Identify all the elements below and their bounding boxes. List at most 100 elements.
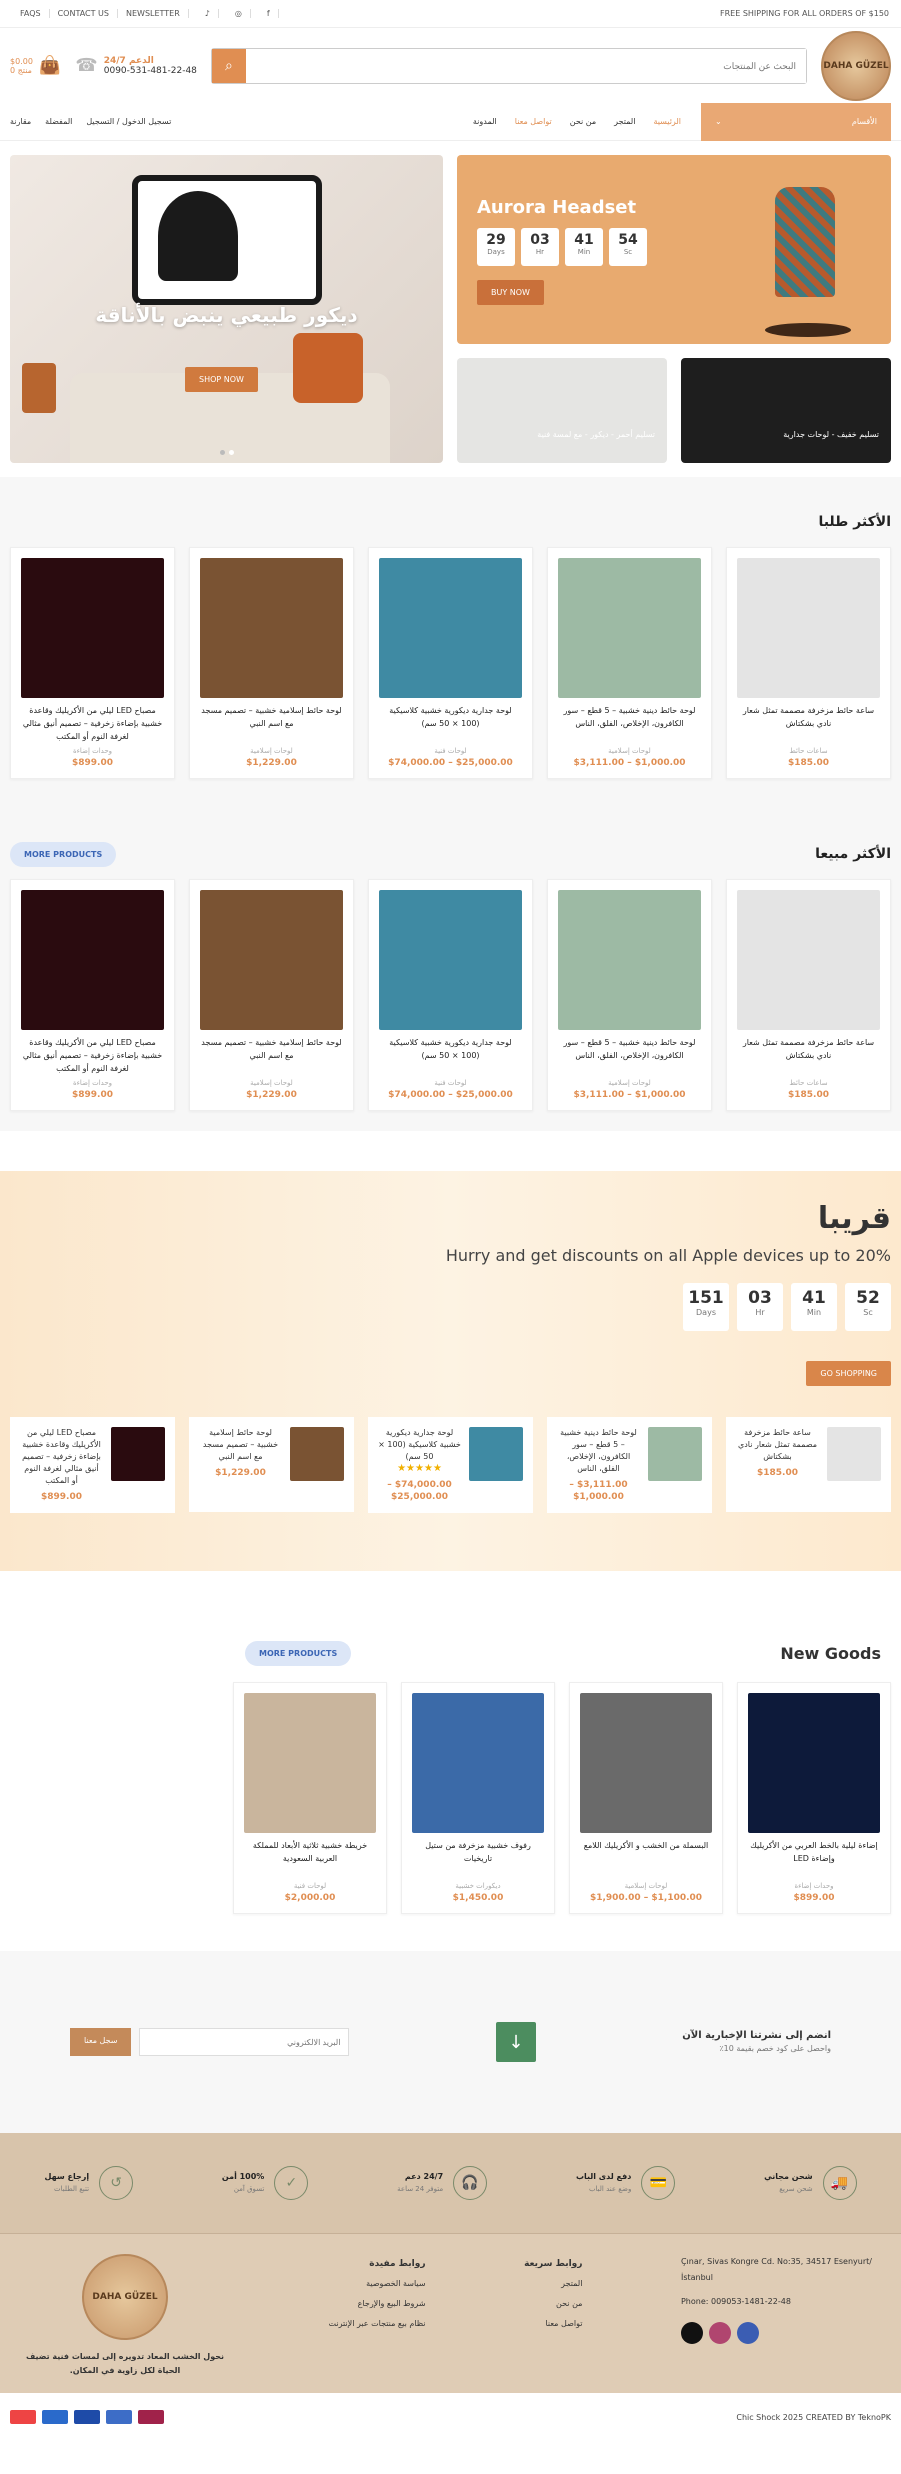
product-image[interactable] <box>737 558 880 698</box>
product-image[interactable] <box>558 558 701 698</box>
product-card[interactable]: لوحة حائط دينية خشبية – 5 قطع – سور الكا… <box>547 879 712 1111</box>
site-logo[interactable]: DAHA GÜZEL <box>821 30 891 101</box>
product-image[interactable] <box>200 558 343 698</box>
slider-dot[interactable] <box>219 450 225 455</box>
deal-card[interactable]: لوحة جدارية ديكورية خشبية كلاسيكية (100 … <box>368 1417 533 1513</box>
search-icon[interactable]: ⌕ <box>211 48 246 83</box>
deal-name[interactable]: لوحة حائط إسلامية خشبية – تصميم مسجد مع … <box>199 1427 282 1463</box>
facebook-icon[interactable]: f <box>259 9 279 18</box>
product-name[interactable]: لوحة جدارية ديكورية خشبية كلاسيكية (100 … <box>379 1036 522 1076</box>
product-image[interactable] <box>21 890 164 1030</box>
deal-name[interactable]: مصباح LED ليلي من الأكريليك وقاعدة خشبية… <box>20 1427 103 1487</box>
product-card[interactable]: لوحة حائط إسلامية خشبية – تصميم مسجد مع … <box>189 547 354 779</box>
search-input[interactable] <box>245 48 806 83</box>
product-name[interactable]: خريطة خشبية ثلاثية الأبعاد للمملكة العرب… <box>244 1839 376 1879</box>
faqs-link[interactable]: FAQS <box>12 9 50 18</box>
product-card[interactable]: لوحة جدارية ديكورية خشبية كلاسيكية (100 … <box>368 547 533 779</box>
product-image[interactable] <box>379 890 522 1030</box>
deal-card[interactable]: ساعة حائط مزخرفة مصممة تمثل شعار نادي بش… <box>726 1417 891 1512</box>
product-image[interactable] <box>737 890 880 1030</box>
product-image[interactable] <box>21 558 164 698</box>
deal-name[interactable]: لوحة جدارية ديكورية خشبية كلاسيكية (100 … <box>378 1427 461 1463</box>
product-card[interactable]: مصباح LED ليلي من الأكريليك وقاعدة خشبية… <box>10 547 175 779</box>
product-image[interactable] <box>412 1693 544 1833</box>
go-shopping-button[interactable]: GO SHOPPING <box>806 1361 891 1386</box>
product-name[interactable]: لوحة حائط إسلامية خشبية – تصميم مسجد مع … <box>200 1036 343 1076</box>
cart[interactable]: $0.00 0 منتج 👜 <box>10 55 61 76</box>
tiktok-icon[interactable]: ♪ <box>197 9 219 18</box>
product-name[interactable]: مصباح LED ليلي من الأكريليك وقاعدة خشبية… <box>21 704 164 744</box>
product-card[interactable]: خريطة خشبية ثلاثية الأبعاد للمملكة العرب… <box>233 1682 387 1914</box>
product-card[interactable]: البسملة من الخشب و الأكريليك اللامع لوحات… <box>569 1682 723 1914</box>
deal-card[interactable]: مصباح LED ليلي من الأكريليك وقاعدة خشبية… <box>10 1417 175 1513</box>
product-image[interactable] <box>580 1693 712 1833</box>
deal-image[interactable] <box>290 1427 344 1481</box>
product-name[interactable]: إضاءة ليلية بالخط العربي من الأكريليك وإ… <box>748 1839 880 1879</box>
menu-shop[interactable]: المتجر <box>614 117 635 126</box>
product-card[interactable]: ساعة حائط مزخرفة مصممة تمثل شعار نادي بش… <box>726 879 891 1111</box>
footer-link[interactable]: نظام بيع منتجات عبر الإنترنت <box>329 2314 426 2334</box>
deal-card[interactable]: لوحة حائط دينية خشبية – 5 قطع – سور الكا… <box>547 1417 712 1513</box>
product-image[interactable] <box>200 890 343 1030</box>
instagram-icon[interactable]: ◎ <box>227 9 251 18</box>
email-field[interactable] <box>139 2028 350 2056</box>
shop-now-button[interactable]: SHOP NOW <box>185 367 258 392</box>
wishlist-link[interactable]: المفضلة <box>45 117 72 126</box>
product-name[interactable]: ساعة حائط مزخرفة مصممة تمثل شعار نادي بش… <box>737 1036 880 1076</box>
deal-image[interactable] <box>469 1427 523 1481</box>
compare-link[interactable]: مقارنة <box>10 117 31 126</box>
product-card[interactable]: لوحة حائط دينية خشبية – 5 قطع – سور الكا… <box>547 547 712 779</box>
deal-image[interactable] <box>827 1427 881 1481</box>
menu-about[interactable]: من نحن <box>570 117 596 126</box>
contact-link[interactable]: CONTACT US <box>50 9 118 18</box>
product-card[interactable]: لوحة جدارية ديكورية خشبية كلاسيكية (100 … <box>368 879 533 1111</box>
promo-banner[interactable]: Aurora Headset 29 Days 03 Hr 41 Min 54 Sc BU… <box>457 155 891 344</box>
product-image[interactable] <box>244 1693 376 1833</box>
subscribe-button[interactable]: سجل معنا <box>70 2028 132 2056</box>
product-name[interactable]: لوحة جدارية ديكورية خشبية كلاسيكية (100 … <box>379 704 522 744</box>
product-name[interactable]: البسملة من الخشب و الأكريليك اللامع <box>580 1839 712 1879</box>
footer-link[interactable]: سياسة الخصوصية <box>329 2274 425 2294</box>
product-card[interactable]: لوحة حائط إسلامية خشبية – تصميم مسجد مع … <box>189 879 354 1111</box>
footer-link[interactable]: شروط البيع والإرجاع <box>329 2294 426 2314</box>
cart-icon[interactable]: 👜 <box>39 55 61 76</box>
footer-logo[interactable]: DAHA GÜZEL <box>82 2254 168 2340</box>
deal-image[interactable] <box>111 1427 165 1481</box>
product-card[interactable]: مصباح LED ليلي من الأكريليك وقاعدة خشبية… <box>10 879 175 1111</box>
footer-link[interactable]: تواصل معنا <box>524 2314 582 2334</box>
menu-contact[interactable]: تواصل معنا <box>515 117 552 126</box>
product-image[interactable] <box>379 558 522 698</box>
promo-tile-leaf[interactable]: تسليم خفيف - لوحات جدارية <box>681 358 891 463</box>
product-name[interactable]: لوحة حائط إسلامية خشبية – تصميم مسجد مع … <box>200 704 343 744</box>
hero-slider[interactable]: ديكور طبيعي ينبض بالأناقة SHOP NOW <box>10 155 443 463</box>
product-image[interactable] <box>748 1693 880 1833</box>
newsletter-link[interactable]: NEWSLETTER <box>118 9 189 18</box>
product-card[interactable]: رفوف خشبية مزخرفة من ستيل تاريخيات ديكورا… <box>401 1682 555 1914</box>
tiktok-icon[interactable] <box>680 2322 703 2344</box>
product-card[interactable]: ساعة حائط مزخرفة مصممة تمثل شعار نادي بش… <box>726 547 891 779</box>
product-card[interactable]: إضاءة ليلية بالخط العربي من الأكريليك وإ… <box>737 1682 891 1914</box>
facebook-icon[interactable] <box>736 2322 759 2344</box>
categories-dropdown[interactable]: ⌄ الأقسام <box>701 102 891 141</box>
promo-tile-fox[interactable]: تسليم أحمر - ديكور - مع لمسة فنية <box>457 358 667 463</box>
menu-blog[interactable]: المدونة <box>473 117 497 126</box>
footer-link[interactable]: من نحن <box>524 2294 582 2314</box>
more-products-button[interactable]: MORE PRODUCTS <box>10 841 117 867</box>
footer-link[interactable]: المتجر <box>524 2274 582 2294</box>
deal-name[interactable]: ساعة حائط مزخرفة مصممة تمثل شعار نادي بش… <box>736 1427 819 1463</box>
product-image[interactable] <box>558 890 701 1030</box>
deal-image[interactable] <box>648 1427 702 1481</box>
deal-card[interactable]: لوحة حائط إسلامية خشبية – تصميم مسجد مع … <box>189 1417 354 1512</box>
more-products-button[interactable]: MORE PRODUCTS <box>245 1641 352 1666</box>
deal-name[interactable]: لوحة حائط دينية خشبية – 5 قطع – سور الكا… <box>557 1427 640 1475</box>
product-name[interactable]: مصباح LED ليلي من الأكريليك وقاعدة خشبية… <box>21 1036 164 1076</box>
slider-dot[interactable] <box>228 450 234 455</box>
buy-now-button[interactable]: BUY NOW <box>477 280 544 305</box>
product-name[interactable]: لوحة حائط دينية خشبية – 5 قطع – سور الكا… <box>558 704 701 744</box>
product-name[interactable]: ساعة حائط مزخرفة مصممة تمثل شعار نادي بش… <box>737 704 880 744</box>
menu-home[interactable]: الرئيسية <box>653 117 681 126</box>
login-link[interactable]: تسجيل الدخول / التسجيل <box>86 117 171 126</box>
product-name[interactable]: رفوف خشبية مزخرفة من ستيل تاريخيات <box>412 1839 544 1879</box>
product-name[interactable]: لوحة حائط دينية خشبية – 5 قطع – سور الكا… <box>558 1036 701 1076</box>
instagram-icon[interactable] <box>708 2322 731 2344</box>
